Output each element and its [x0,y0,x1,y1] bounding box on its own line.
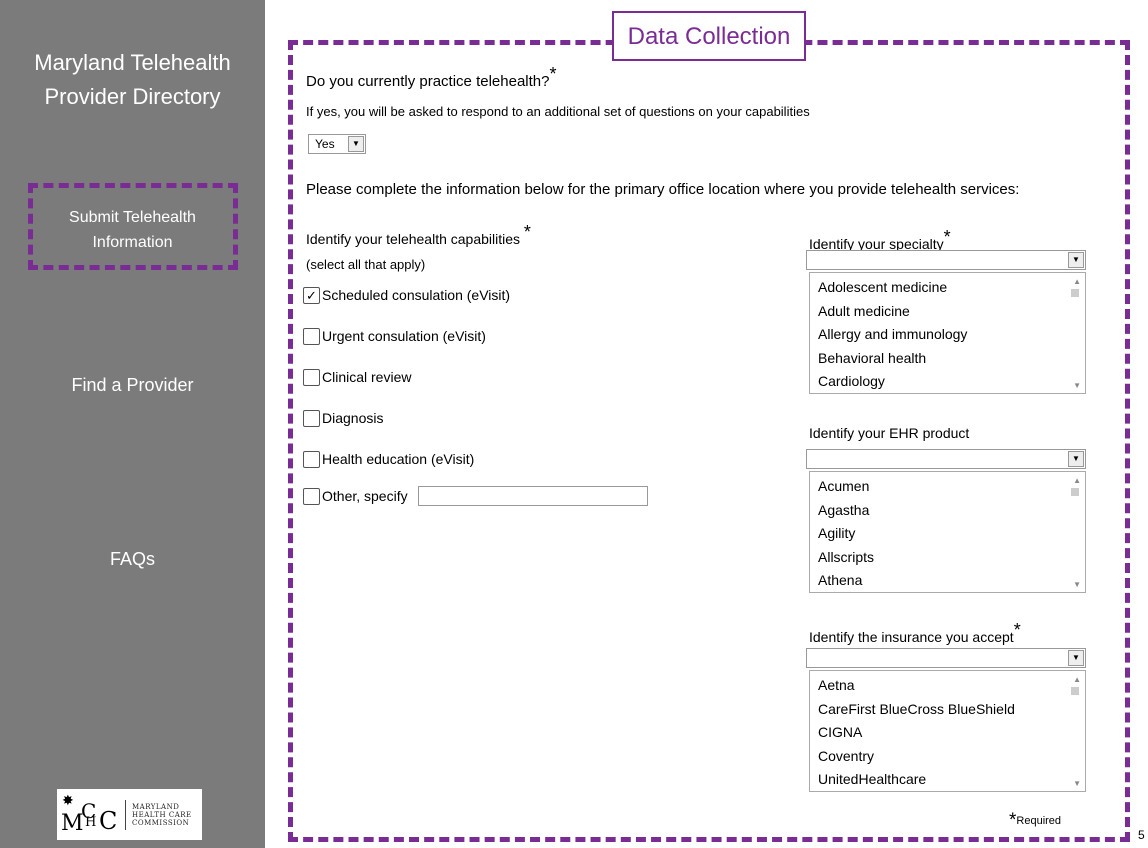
logo-divider [125,799,126,830]
checkbox[interactable] [303,450,320,468]
list-item[interactable]: Agility [818,522,1085,546]
capabilities-label-text: Identify your telehealth capabilities [306,231,521,247]
insurance-listbox[interactable]: Aetna CareFirst BlueCross BlueShield CIG… [809,670,1086,792]
required-note-text: Required [1016,815,1062,827]
capability-diagnosis[interactable]: Diagnosis [303,407,383,429]
chevron-down-icon[interactable]: ▼ [1068,252,1084,268]
checkbox[interactable] [303,409,320,427]
capability-clinical-review[interactable]: Clinical review [303,366,411,388]
nav-submit-line-1: Submit Telehealth [69,209,196,226]
list-item[interactable]: Cardiology [818,370,1085,393]
capability-health-education[interactable]: Health education (eVisit) [303,448,474,470]
mhcc-logo-mark: ✸ MCHC [61,792,118,836]
scrollbar-thumb[interactable] [1071,687,1079,695]
checkbox-label: Other, specify [322,488,408,504]
list-item[interactable]: UnitedHealthcare [818,768,1085,791]
list-item[interactable]: Allergy and immunology [818,323,1085,347]
list-item[interactable]: Behavioral health [818,347,1085,371]
nav-submit-telehealth-info[interactable]: Submit Telehealth Information [0,205,265,255]
required-asterisk: * [1013,620,1021,640]
insurance-combo[interactable]: ▼ [806,648,1086,668]
checkbox-label: Urgent consulation (eVisit) [322,328,486,344]
practice-telehealth-select[interactable]: Yes ▼ [308,134,366,154]
other-specify-input[interactable] [417,486,648,506]
checkbox[interactable] [303,487,320,505]
specialty-listbox[interactable]: Adolescent medicine Adult medicine Aller… [809,272,1086,394]
nav-find-provider[interactable]: Find a Provider [0,375,265,396]
capabilities-label: Identify your telehealth capabilities * [306,222,531,247]
required-asterisk: * [523,222,531,242]
scroll-down-icon[interactable]: ▼ [1073,381,1081,390]
capabilities-note: (select all that apply) [306,257,426,272]
list-item[interactable]: Adult medicine [818,300,1085,324]
form-title: Data Collection [612,11,806,61]
capability-urgent-consultation[interactable]: Urgent consulation (eVisit) [303,325,486,347]
insurance-label-text: Identify the insurance you accept [809,629,1014,645]
ehr-listbox[interactable]: Acumen Agastha Agility Allscripts Athena… [809,471,1086,593]
required-asterisk: * [943,227,951,247]
instructions-text: Please complete the information below fo… [306,181,1020,198]
practice-select-value: Yes [315,137,335,151]
checkbox-label: Scheduled consulation (eVisit) [322,287,511,303]
list-item[interactable]: Coventry [818,745,1085,769]
brand-line-2: Provider Directory [44,84,221,109]
required-note: *Required [1009,810,1061,832]
checkbox-label: Clinical review [322,369,412,385]
ehr-label: Identify your EHR product [809,425,970,441]
list-item[interactable]: Acumen [818,475,1085,499]
specialty-label: Identify your specialty* [809,227,951,252]
scrollbar-thumb[interactable] [1071,289,1079,297]
required-asterisk: * [549,64,557,84]
scroll-up-icon[interactable]: ▲ [1073,476,1081,485]
checkbox-label: Diagnosis [322,410,384,426]
chevron-down-icon[interactable]: ▼ [1068,650,1084,666]
checkbox-label: Health education (eVisit) [322,451,475,467]
mhcc-logo: ✸ MCHC MARYLAND HEALTH CARE COMMISSION [57,789,202,840]
list-item[interactable]: CIGNA [818,721,1085,745]
chevron-down-icon[interactable]: ▼ [1068,451,1084,467]
list-item[interactable]: Adolescent medicine [818,276,1085,300]
nav-submit-line-2: Information [92,234,173,251]
scroll-down-icon[interactable]: ▼ [1073,580,1081,589]
brand-title: Maryland Telehealth Provider Directory [0,46,265,114]
specialty-combo[interactable]: ▼ [806,250,1086,270]
checkbox[interactable] [303,327,320,345]
list-item[interactable]: Aetna [818,674,1085,698]
practice-question: Do you currently practice telehealth?* [306,64,556,90]
practice-question-text: Do you currently practice telehealth? [306,73,550,90]
insurance-label: Identify the insurance you accept* [809,620,1021,645]
logo-text: MARYLAND HEALTH CARE COMMISSION [132,803,192,827]
capability-scheduled-consultation[interactable]: ✓ Scheduled consulation (eVisit) [303,284,510,306]
list-item[interactable]: Allscripts [818,546,1085,570]
logo-text-line-1: MARYLAND [132,802,180,811]
scroll-up-icon[interactable]: ▲ [1073,277,1081,286]
scroll-down-icon[interactable]: ▼ [1073,779,1081,788]
checkbox-checked[interactable]: ✓ [303,286,320,304]
star-icon: ✸ [62,792,74,809]
checkbox[interactable] [303,368,320,386]
page-number: 5 [1138,828,1145,842]
nav-faqs[interactable]: FAQs [0,549,265,570]
logo-text-line-2: HEALTH CARE [132,810,192,819]
list-item[interactable]: Agastha [818,499,1085,523]
list-item[interactable]: Athena [818,569,1085,592]
sidebar: Maryland Telehealth Provider Directory S… [0,0,265,848]
list-item[interactable]: CareFirst BlueCross BlueShield [818,698,1085,722]
scroll-up-icon[interactable]: ▲ [1073,675,1081,684]
logo-text-line-3: COMMISSION [132,818,190,827]
scrollbar-thumb[interactable] [1071,488,1079,496]
capability-other[interactable]: Other, specify [303,485,648,507]
practice-note: If yes, you will be asked to respond to … [306,104,810,119]
brand-line-1: Maryland Telehealth [34,50,231,75]
chevron-down-icon[interactable]: ▼ [348,136,364,152]
ehr-combo[interactable]: ▼ [806,449,1086,469]
